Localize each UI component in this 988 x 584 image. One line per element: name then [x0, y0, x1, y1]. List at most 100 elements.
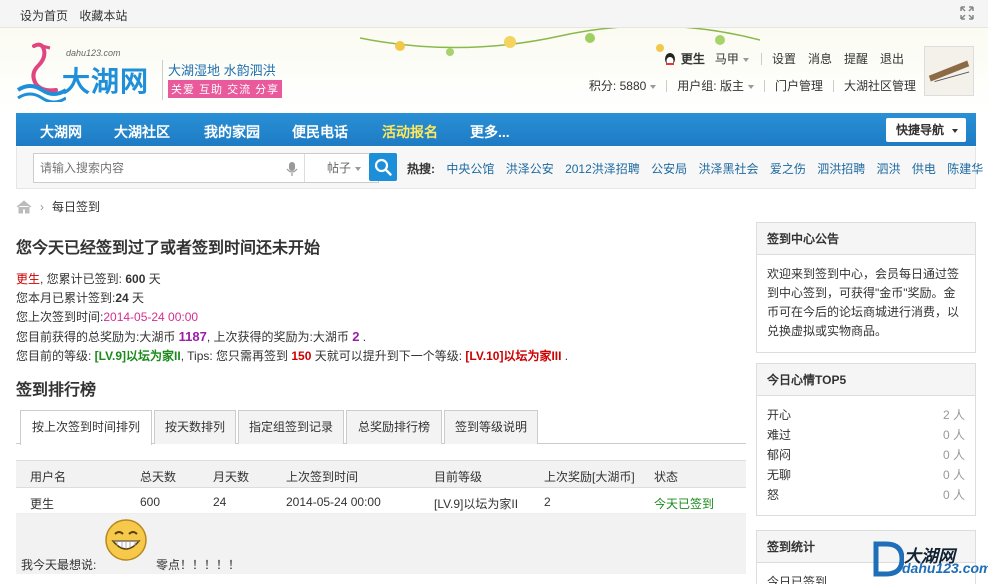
stat-current-level: [LV.9]以坛为家II — [94, 349, 181, 363]
tab-by-days[interactable]: 按天数排列 — [154, 410, 236, 444]
ranking-table: 用户名 总天数 月天数 上次签到时间 目前等级 上次奖励[大湖币] 状态 更生 … — [16, 460, 746, 574]
stat-label: , 您累计已签到: — [40, 272, 126, 286]
nav-item-home[interactable]: 大湖网 — [40, 122, 82, 142]
search-input[interactable] — [34, 154, 274, 182]
mood-text: 零点！！！！！ — [156, 558, 241, 572]
logo-divider — [162, 60, 163, 100]
stat-month-days: 您本月已累计签到:24 天 — [16, 289, 746, 308]
microphone-icon[interactable] — [286, 161, 298, 177]
tab-by-last-time[interactable]: 按上次签到时间排列 — [20, 410, 152, 445]
search-scope-dropdown[interactable]: 帖子 — [304, 154, 378, 182]
search-box: 帖子 — [33, 153, 379, 183]
breadcrumb: › 每日签到 — [16, 198, 100, 215]
mood-count: 0 人 — [942, 448, 965, 462]
messages-link[interactable]: 消息 — [808, 50, 832, 67]
stat-username[interactable]: 更生 — [16, 272, 40, 286]
avatar[interactable] — [924, 46, 974, 96]
list-item: 开心 2 人 — [767, 406, 965, 426]
hot-search-link[interactable]: 爱之伤 — [770, 162, 806, 176]
stat-total-days: 更生, 您累计已签到: 600 天 — [16, 270, 746, 289]
divider — [763, 79, 765, 92]
hot-search-link[interactable]: 供电 — [912, 162, 936, 176]
search-button[interactable] — [369, 153, 397, 181]
cell-username[interactable]: 更生 — [30, 495, 54, 512]
alt-account-dropdown[interactable]: 马甲 — [715, 50, 749, 67]
nav-item-events[interactable]: 活动报名 — [382, 122, 438, 142]
mood-row: 我今天最想说: 零点！！！！！ — [16, 514, 746, 574]
home-icon[interactable] — [16, 199, 32, 214]
divider — [832, 79, 834, 92]
alt-account-label: 马甲 — [714, 52, 739, 66]
list-item: 无聊 0 人 — [767, 466, 965, 486]
stat-next-level: [LV.10]以坛为家III — [465, 349, 562, 363]
settings-link[interactable]: 设置 — [772, 50, 796, 67]
logo-name: 大湖网 — [62, 66, 150, 97]
d-logo-icon — [873, 541, 904, 577]
watermark-domain: dahu123.com — [902, 560, 988, 576]
checkin-stats: 更生, 您累计已签到: 600 天 您本月已累计签到:24 天 您上次签到时间:… — [16, 270, 746, 366]
mood-name: 无聊 — [767, 468, 792, 482]
hot-search-link[interactable]: 洪泽黑社会 — [698, 162, 758, 176]
hot-search-link[interactable]: 泗洪 — [877, 162, 901, 176]
username-link[interactable]: 更生 — [681, 50, 705, 67]
hot-search-link[interactable]: 陈建华 — [947, 162, 983, 176]
hot-searches: 热搜: 中央公馆 洪泽公安 2012洪泽招聘 公安局 洪泽黑社会 爱之伤 泗洪招… — [407, 160, 988, 177]
stat-value: 2014-05-24 00:00 — [103, 310, 199, 324]
divider — [760, 52, 762, 65]
bookmark-link[interactable]: 收藏本站 — [79, 9, 127, 23]
stat-total-reward: 1187 — [178, 329, 207, 344]
nav-item-more[interactable]: 更多... — [470, 122, 510, 142]
notice-panel: 签到中心公告 欢迎来到签到中心，会员每日通过签到中心签到，可获得"金币"奖励。金… — [756, 222, 976, 353]
hot-search-link[interactable]: 洪泽公安 — [506, 162, 554, 176]
chevron-down-icon — [742, 57, 749, 62]
stat-label: 您上次签到时间: — [16, 310, 104, 324]
portal-admin-link[interactable]: 门户管理 — [775, 77, 823, 94]
cell-level: [LV.9]以坛为家II — [434, 497, 519, 511]
community-admin-link[interactable]: 大湖社区管理 — [844, 77, 916, 94]
mood-name: 难过 — [767, 428, 792, 442]
notice-body: 欢迎来到签到中心，会员每日通过签到中心签到，可获得"金币"奖励。金币可在今后的论… — [767, 267, 960, 338]
hot-search-link[interactable]: 泗洪招聘 — [817, 162, 865, 176]
user-info-bar: 积分: 5880 用户组: 版主 门户管理 大湖社区管理 — [589, 77, 916, 94]
main-nav: 大湖网 大湖社区 我的家园 便民电话 活动报名 更多... 快捷导航 — [16, 113, 976, 146]
logo-domain: dahu123.com — [66, 48, 121, 58]
stat-label: 您目前获得的总奖励为:大湖币 — [16, 330, 179, 344]
mood-count: 0 人 — [942, 428, 965, 442]
breadcrumb-separator: › — [40, 199, 44, 214]
tab-group-records[interactable]: 指定组签到记录 — [238, 410, 344, 444]
list-item: 难过 0 人 — [767, 426, 965, 446]
nav-item-phone[interactable]: 便民电话 — [292, 122, 348, 142]
stat-label: , Tips: 您只需再签到 — [180, 349, 292, 363]
column-header: 目前等级 — [434, 470, 483, 484]
column-header: 总天数 — [140, 470, 177, 484]
tab-reward-ranking[interactable]: 总奖励排行榜 — [346, 410, 442, 444]
search-scope-label: 帖子 — [327, 161, 352, 175]
points-dropdown[interactable]: 积分: 5880 — [589, 77, 657, 94]
hot-search-link[interactable]: 2012洪泽招聘 — [565, 162, 640, 176]
nav-item-my-home[interactable]: 我的家园 — [204, 122, 260, 142]
stat-label: , 上次获得的奖励为:大湖币 — [206, 330, 353, 344]
quick-nav-button[interactable]: 快捷导航 — [886, 118, 966, 142]
stat-unit: 天 — [145, 272, 161, 286]
hot-search-link[interactable]: 公安局 — [651, 162, 687, 176]
reminders-link[interactable]: 提醒 — [844, 50, 868, 67]
set-home-link[interactable]: 设为首页 — [20, 9, 68, 23]
site-watermark: 大湖网 dahu123.com — [870, 540, 988, 580]
site-logo[interactable]: dahu123.com 大湖网 大湖湿地 水韵泗洪 关爱 互助 交流 分享 — [16, 40, 296, 110]
divider — [666, 79, 668, 92]
quick-nav-label: 快捷导航 — [896, 123, 945, 137]
user-group-dropdown[interactable]: 用户组: 版主 — [677, 77, 754, 94]
chevron-down-icon — [650, 84, 657, 89]
mood-count: 0 人 — [942, 468, 965, 482]
logout-link[interactable]: 退出 — [880, 50, 904, 67]
fullscreen-icon[interactable] — [960, 6, 974, 20]
logo-slogan: 大湖湿地 水韵泗洪 — [168, 63, 276, 78]
site-header: dahu123.com 大湖网 大湖湿地 水韵泗洪 关爱 互助 交流 分享 更生… — [0, 28, 988, 113]
cell-total-days: 600 — [140, 495, 161, 509]
hot-search-link[interactable]: 中央公馆 — [446, 162, 494, 176]
cell-last-reward: 2 — [544, 495, 551, 509]
breadcrumb-current[interactable]: 每日签到 — [52, 198, 100, 215]
tab-level-info[interactable]: 签到等级说明 — [444, 410, 538, 444]
ranking-tabs: 按上次签到时间排列 按天数排列 指定组签到记录 总奖励排行榜 签到等级说明 — [16, 408, 746, 445]
nav-item-community[interactable]: 大湖社区 — [114, 122, 170, 142]
